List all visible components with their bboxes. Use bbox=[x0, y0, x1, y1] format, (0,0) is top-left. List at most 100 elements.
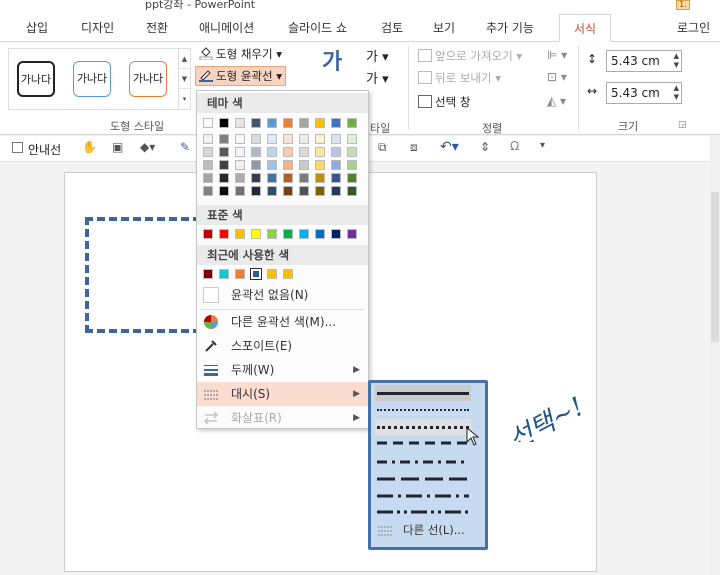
recent-color-swatch[interactable] bbox=[235, 269, 245, 279]
theme-color-shade-swatch[interactable] bbox=[299, 186, 309, 196]
more-outline-colors-item[interactable]: 다른 윤곽선 색(M)... bbox=[197, 310, 368, 334]
recent-color-swatch[interactable] bbox=[250, 268, 262, 280]
theme-color-swatch[interactable] bbox=[203, 118, 213, 128]
theme-color-swatch[interactable] bbox=[267, 118, 277, 128]
standard-color-swatch[interactable] bbox=[251, 229, 261, 239]
theme-color-swatch[interactable] bbox=[283, 118, 293, 128]
no-outline-item[interactable]: 윤곽선 없음(N) bbox=[197, 283, 368, 307]
theme-color-shade-swatch[interactable] bbox=[267, 186, 277, 196]
theme-color-shade-swatch[interactable] bbox=[331, 186, 341, 196]
theme-color-shade-swatch[interactable] bbox=[235, 173, 245, 183]
theme-color-shade-swatch[interactable] bbox=[347, 134, 357, 144]
symbol-icon[interactable]: Ω bbox=[510, 139, 519, 153]
weight-item[interactable]: 두께(W) ▶ bbox=[197, 358, 368, 382]
theme-color-swatch[interactable] bbox=[251, 118, 261, 128]
distribute-icon[interactable]: ⇕ bbox=[480, 140, 490, 154]
standard-color-swatch[interactable] bbox=[331, 229, 341, 239]
recent-color-swatch[interactable] bbox=[219, 269, 229, 279]
theme-color-shade-swatch[interactable] bbox=[267, 160, 277, 170]
shape-fill-button[interactable]: 도형 채우기 ▾ bbox=[199, 46, 282, 62]
rotate-icon[interactable]: ◭ ▾ bbox=[547, 94, 566, 108]
gallery-up-icon[interactable]: ▲ bbox=[179, 49, 190, 69]
theme-color-shade-swatch[interactable] bbox=[347, 173, 357, 183]
hand-tool-icon[interactable]: ✋ bbox=[82, 140, 97, 154]
theme-color-shade-swatch[interactable] bbox=[235, 186, 245, 196]
theme-color-swatch[interactable] bbox=[235, 118, 245, 128]
recent-color-swatch[interactable] bbox=[267, 269, 277, 279]
text-fill-icon[interactable]: 가 ▾ bbox=[366, 46, 389, 65]
theme-color-shade-swatch[interactable] bbox=[219, 147, 229, 157]
theme-color-shade-swatch[interactable] bbox=[251, 160, 261, 170]
dashes-item[interactable]: 대시(S) ▶ bbox=[197, 382, 368, 406]
group-tool-icon[interactable]: ⧉ bbox=[378, 140, 387, 155]
theme-color-swatch[interactable] bbox=[331, 118, 341, 128]
theme-color-shade-swatch[interactable] bbox=[283, 147, 293, 157]
theme-color-shade-swatch[interactable] bbox=[283, 186, 293, 196]
theme-color-shade-swatch[interactable] bbox=[315, 186, 325, 196]
theme-color-shade-swatch[interactable] bbox=[331, 173, 341, 183]
tab-format[interactable]: 서식 bbox=[559, 14, 612, 42]
width-spinner-icon[interactable]: ▲ ▼ bbox=[674, 84, 679, 102]
theme-color-shade-swatch[interactable] bbox=[299, 160, 309, 170]
shape-height-input[interactable]: 5.43 cm ▲ ▼ bbox=[606, 50, 682, 72]
theme-color-shade-swatch[interactable] bbox=[235, 147, 245, 157]
theme-color-shade-swatch[interactable] bbox=[267, 134, 277, 144]
vertical-scrollbar[interactable] bbox=[710, 162, 720, 575]
recent-color-swatch[interactable] bbox=[283, 269, 293, 279]
theme-color-shade-swatch[interactable] bbox=[203, 134, 213, 144]
bring-forward-button[interactable]: 앞으로 가져오기 ▾ bbox=[418, 48, 522, 64]
theme-color-shade-swatch[interactable] bbox=[219, 173, 229, 183]
qat-more-icon[interactable]: ▾ bbox=[540, 140, 545, 151]
theme-color-swatch[interactable] bbox=[299, 118, 309, 128]
theme-color-shade-swatch[interactable] bbox=[251, 173, 261, 183]
standard-color-swatch[interactable] bbox=[315, 229, 325, 239]
theme-color-shade-swatch[interactable] bbox=[267, 173, 277, 183]
login-link[interactable]: 로그인 bbox=[677, 14, 710, 42]
theme-color-shade-swatch[interactable] bbox=[283, 173, 293, 183]
selection-pane-button[interactable]: 선택 창 bbox=[418, 94, 470, 110]
group-icon[interactable]: ⊡ ▾ bbox=[547, 70, 567, 84]
tab-review[interactable]: 검토 bbox=[381, 14, 403, 42]
tab-design[interactable]: 디자인 bbox=[81, 14, 114, 42]
shape-width-input[interactable]: 5.43 cm ▲ ▼ bbox=[606, 82, 682, 104]
size-dialog-launcher-icon[interactable]: ◲ bbox=[678, 120, 687, 130]
shape-style-orange[interactable]: 가나다 bbox=[129, 61, 167, 97]
user-badge[interactable]: 1. bbox=[676, 0, 690, 10]
theme-color-shade-swatch[interactable] bbox=[235, 160, 245, 170]
recent-color-swatch[interactable] bbox=[203, 269, 213, 279]
theme-color-shade-swatch[interactable] bbox=[283, 160, 293, 170]
theme-color-shade-swatch[interactable] bbox=[315, 147, 325, 157]
wordart-ga-icon[interactable]: 가 bbox=[322, 44, 342, 76]
standard-color-swatch[interactable] bbox=[203, 229, 213, 239]
theme-color-shade-swatch[interactable] bbox=[251, 186, 261, 196]
shape-style-dark[interactable]: 가나다 bbox=[17, 61, 55, 97]
standard-color-swatch[interactable] bbox=[235, 229, 245, 239]
more-lines-item[interactable]: 다른 선(L)... bbox=[375, 520, 485, 540]
eyedropper-item[interactable]: 스포이트(E) bbox=[197, 334, 368, 358]
theme-color-shade-swatch[interactable] bbox=[299, 147, 309, 157]
theme-color-shade-swatch[interactable] bbox=[235, 134, 245, 144]
tab-view[interactable]: 보기 bbox=[433, 14, 455, 42]
send-backward-button[interactable]: 뒤로 보내기 ▾ bbox=[418, 70, 501, 86]
standard-color-swatch[interactable] bbox=[219, 229, 229, 239]
theme-color-shade-swatch[interactable] bbox=[219, 160, 229, 170]
gallery-more-icon[interactable]: ▾ bbox=[179, 89, 190, 109]
tab-transitions[interactable]: 전환 bbox=[146, 14, 168, 42]
theme-color-shade-swatch[interactable] bbox=[219, 134, 229, 144]
theme-color-shade-swatch[interactable] bbox=[331, 147, 341, 157]
undo-icon[interactable]: ↶▾ bbox=[440, 139, 459, 155]
align-icon[interactable]: ⊫ ▾ bbox=[547, 48, 567, 62]
dash-option-long-dash-dot[interactable] bbox=[375, 489, 471, 505]
dash-option-long-dash[interactable] bbox=[375, 472, 471, 488]
theme-color-swatch[interactable] bbox=[347, 118, 357, 128]
shape-outline-button[interactable]: 도형 윤곽선 ▾ bbox=[195, 66, 286, 86]
theme-color-shade-swatch[interactable] bbox=[315, 134, 325, 144]
standard-color-swatch[interactable] bbox=[347, 229, 357, 239]
theme-color-shade-swatch[interactable] bbox=[299, 173, 309, 183]
theme-color-shade-swatch[interactable] bbox=[251, 134, 261, 144]
theme-color-shade-swatch[interactable] bbox=[299, 134, 309, 144]
dash-option-solid[interactable] bbox=[375, 385, 471, 401]
theme-color-shade-swatch[interactable] bbox=[203, 186, 213, 196]
theme-color-shade-swatch[interactable] bbox=[315, 160, 325, 170]
tab-slideshow[interactable]: 슬라이드 쇼 bbox=[288, 14, 347, 42]
